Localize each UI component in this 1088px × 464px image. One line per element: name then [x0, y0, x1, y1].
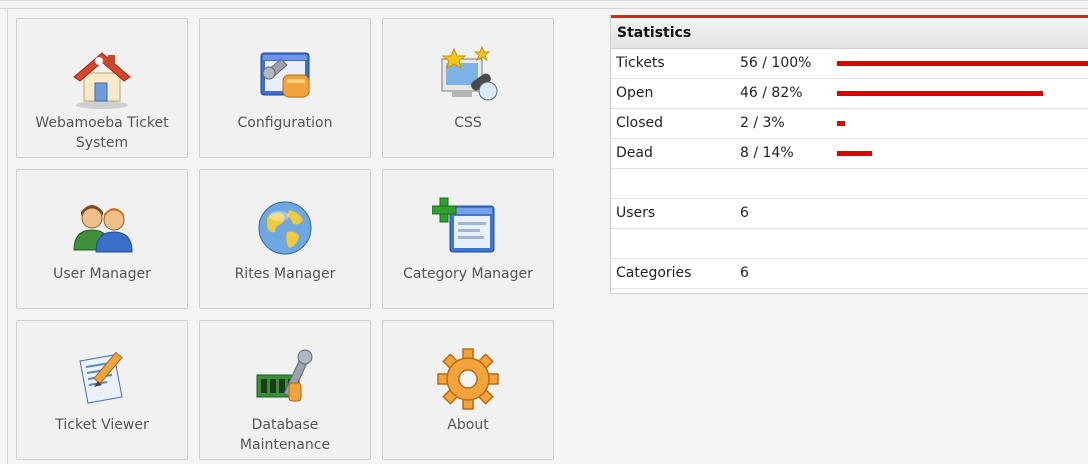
- stat-bar: [837, 91, 1043, 96]
- stat-value: 46 / 82%: [740, 85, 803, 101]
- configuration-icon: [260, 52, 310, 98]
- tile-css[interactable]: CSS: [382, 18, 554, 158]
- home-icon: [73, 52, 131, 109]
- tile-label: Webamoeba Ticket System: [35, 115, 169, 151]
- stat-row: Dead 8 / 14%: [611, 139, 1088, 169]
- stat-value: 56 / 100%: [740, 55, 812, 71]
- stat-row: Categories 6: [611, 259, 1088, 289]
- tile-ticket-viewer[interactable]: Ticket Viewer: [16, 320, 188, 460]
- stat-row: Users 6: [611, 199, 1088, 229]
- stat-row: Closed 2 / 3%: [611, 109, 1088, 139]
- stat-row: [611, 169, 1088, 199]
- control-panel: Webamoeba Ticket System Configuration CS…: [0, 0, 1088, 464]
- stat-bar: [837, 151, 872, 156]
- tile-label: Configuration: [237, 115, 333, 131]
- stat-bar: [837, 61, 1088, 66]
- stat-name: Tickets: [616, 55, 665, 71]
- css-icon: [441, 45, 498, 101]
- tile-rites-manager[interactable]: Rites Manager: [199, 169, 371, 309]
- stat-name: Categories: [616, 265, 692, 281]
- users-icon: [73, 205, 133, 253]
- tile-ticket-system[interactable]: Webamoeba Ticket System: [16, 18, 188, 158]
- tile-label: About: [447, 417, 489, 433]
- left-divider: [7, 8, 8, 464]
- statistics-rows: Tickets 56 / 100% Open 46 / 82% Closed 2 / 3%…: [611, 49, 1088, 289]
- statistics-title: Statistics: [611, 15, 1088, 49]
- globe-icon: [258, 201, 312, 255]
- tile-category-manager[interactable]: Category Manager: [382, 169, 554, 309]
- tile-label: Ticket Viewer: [55, 417, 149, 433]
- tile-about[interactable]: About: [382, 320, 554, 460]
- category-icon: [432, 197, 495, 253]
- tile-configuration[interactable]: Configuration: [199, 18, 371, 158]
- stat-value: 2 / 3%: [740, 115, 785, 131]
- statistics-panel: Statistics Tickets 56 / 100% Open 46 / 82% C…: [610, 15, 1088, 294]
- tile-label: Category Manager: [403, 266, 533, 282]
- tile-user-manager[interactable]: User Manager: [16, 169, 188, 309]
- tile-database-maintenance[interactable]: Database Maintenance: [199, 320, 371, 460]
- about-gear-icon: [437, 348, 499, 410]
- stat-name: Open: [616, 85, 654, 101]
- stat-name: Closed: [616, 115, 664, 131]
- stat-bar: [837, 121, 845, 126]
- tile-label: User Manager: [53, 266, 151, 282]
- tile-label: CSS: [454, 115, 482, 131]
- top-divider: [0, 8, 1088, 9]
- tile-label: Rites Manager: [234, 266, 336, 282]
- stat-row: Tickets 56 / 100%: [611, 49, 1088, 79]
- stat-row: Open 46 / 82%: [611, 79, 1088, 109]
- tile-label: Database Maintenance: [239, 417, 331, 453]
- stat-value: 6: [740, 265, 749, 281]
- stat-value: 8 / 14%: [740, 145, 794, 161]
- stat-value: 6: [740, 205, 749, 221]
- stat-row: [611, 229, 1088, 259]
- ticket-icon: [79, 351, 123, 404]
- stat-name: Users: [616, 205, 656, 221]
- database-icon: [256, 349, 313, 402]
- stat-name: Dead: [616, 145, 653, 161]
